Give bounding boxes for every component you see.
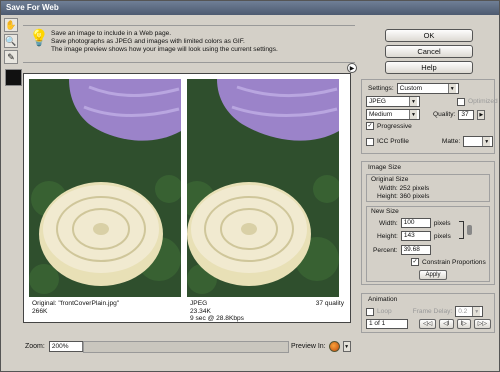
zoom-value: 200% [51, 343, 69, 350]
next-frame-button[interactable]: I▷ [456, 319, 471, 329]
preview-menu-arrow-icon[interactable]: ▶ [347, 63, 357, 73]
original-width: Width: 252 pixels [379, 185, 430, 192]
percent-input[interactable]: 39.68 [400, 245, 431, 255]
first-frame-button[interactable]: ◁◁ [419, 319, 437, 329]
settings-panel: Settings: Custom ▼ JPEG ▼ Optimized Medi… [361, 79, 498, 154]
settings-label: Settings: [368, 85, 394, 92]
apply-button[interactable]: Apply [419, 270, 447, 280]
lightbulb-icon: 💡 [29, 30, 49, 47]
zoom-label: Zoom: [25, 343, 45, 350]
optimized-file-size: 23.34K [190, 307, 211, 315]
original-file-size: 266K [32, 307, 48, 315]
chevron-down-icon: ▼ [472, 307, 481, 316]
animation-panel: Animation Loop Frame Delay: 0.2 ▼ 1 of 1… [361, 293, 495, 333]
window-title: Save For Web [1, 1, 499, 15]
link-bracket [459, 221, 464, 239]
quality-level-value: Medium [369, 111, 393, 118]
animation-title: Animation [368, 296, 398, 303]
preview-in-control: Preview In: ▼ [291, 341, 351, 352]
info-line: The image preview shows how your image w… [51, 46, 278, 53]
frame-delay-select[interactable]: 0.2 ▼ [455, 306, 484, 317]
frame-counter: 1 of 1 [366, 319, 408, 329]
original-size-group: Original Size Width: 252 pixels Height: … [366, 174, 490, 202]
icc-profile-checkbox[interactable] [366, 137, 374, 146]
progressive-checkbox[interactable]: ✓ [366, 122, 374, 130]
browser-menu-chevron-down-icon[interactable]: ▼ [342, 341, 351, 352]
original-image [29, 79, 181, 297]
info-line: Save photographs as JPEG and images with… [51, 38, 245, 45]
info-line: Save an image to include in a Web page. [51, 30, 172, 37]
image-size-panel: Image Size Original Size Width: 252 pixe… [361, 161, 495, 285]
original-file-name: Original: "frontCoverPlain.jpg" [32, 300, 120, 307]
eyedropper-icon[interactable]: ✎ [4, 50, 18, 64]
width-label: Width: [379, 219, 398, 227]
previous-frame-button[interactable]: ◁I [439, 319, 454, 329]
optimized-download-time: 9 sec @ 28.8Kbps [190, 315, 244, 322]
quality-slider-chevron-icon[interactable]: ▶ [477, 109, 486, 120]
zoom-icon[interactable]: 🔍 [4, 34, 18, 48]
matte-label: Matte: [441, 138, 461, 145]
image-size-title: Image Size [368, 164, 401, 171]
frame-delay-label: Frame Delay: [412, 308, 453, 315]
quality-input[interactable]: 37 [458, 109, 475, 120]
new-size-group: New Size Width: 100 pixels Height: 143 p… [366, 206, 490, 282]
constrain-proportions-label: Constrain Proportions [422, 258, 486, 266]
chevron-down-icon: ▼ [409, 110, 417, 119]
loop-checkbox[interactable] [366, 307, 374, 316]
height-unit: pixels [433, 232, 451, 240]
constrain-proportions-checkbox[interactable]: ✓ [411, 258, 419, 266]
quality-label: Quality: [433, 111, 456, 118]
quality-level-select[interactable]: Medium ▼ [366, 109, 420, 120]
preview-in-label: Preview In: [291, 343, 326, 350]
frame-delay-value: 0.2 [458, 308, 468, 315]
optimized-label: Optimized [468, 98, 498, 105]
info-text: Save an image to include in a Web page. … [51, 30, 278, 54]
save-for-web-window: Save For Web ✋ 🔍 ✎ 💡 Save an image to in… [0, 0, 500, 372]
toolbox: ✋ 🔍 ✎ [4, 18, 22, 66]
optimized-checkbox[interactable] [457, 97, 465, 106]
hand-icon[interactable]: ✋ [4, 18, 18, 32]
icc-profile-label: ICC Profile [377, 138, 409, 145]
optimized-preview-pane[interactable] [187, 79, 339, 297]
height-input[interactable]: 143 [400, 231, 431, 241]
original-preview-pane[interactable] [29, 79, 181, 297]
optimized-quality: 37 quality [315, 300, 344, 307]
ok-button[interactable]: OK [385, 29, 473, 42]
settings-preset-value: Custom [399, 85, 423, 92]
help-button[interactable]: Help [385, 61, 473, 74]
status-bar [83, 341, 289, 353]
preview-area: Original: "frontCoverPlain.jpg" 266K JPE… [23, 73, 351, 323]
percent-label: Percent: [373, 246, 398, 254]
format-value: JPEG [369, 98, 386, 105]
optimized-caption: JPEG 23.34K 9 sec @ 28.8Kbps 37 quality [190, 300, 344, 323]
chevron-down-icon: ▼ [447, 84, 456, 93]
original-size-title: Original Size [371, 176, 409, 183]
progressive-label: Progressive [377, 122, 412, 130]
format-select[interactable]: JPEG ▼ [366, 96, 420, 107]
last-frame-button[interactable]: ▷▷ [473, 319, 492, 329]
new-size-title: New Size [371, 208, 399, 215]
browser-icon[interactable] [328, 341, 340, 352]
original-caption: Original: "frontCoverPlain.jpg" 266K [32, 300, 119, 315]
loop-label: Loop [377, 308, 392, 315]
matte-select[interactable]: ▼ [463, 136, 494, 147]
original-height: Height: 360 pixels [377, 193, 430, 200]
cancel-button[interactable]: Cancel [385, 45, 473, 58]
optimized-image [187, 79, 339, 297]
info-box: 💡 Save an image to include in a Web page… [23, 25, 355, 63]
width-unit: pixels [433, 219, 451, 227]
settings-preset-select[interactable]: Custom ▼ [396, 83, 459, 94]
chevron-down-icon: ▼ [409, 97, 417, 106]
height-label: Height: [377, 232, 398, 240]
chain-link-icon [467, 225, 472, 235]
eyedropper-color-swatch[interactable] [5, 69, 22, 86]
width-input[interactable]: 100 [400, 218, 431, 228]
chevron-down-icon: ▼ [482, 137, 491, 146]
